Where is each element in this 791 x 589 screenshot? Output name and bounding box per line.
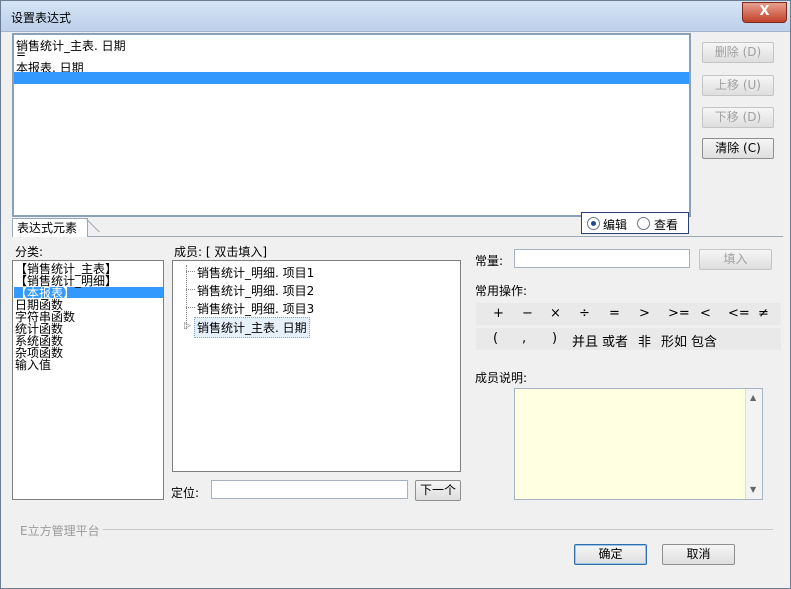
delete-button[interactable]: 删除 (D) <box>702 42 774 63</box>
tree-line <box>186 289 195 291</box>
dialog-window: 设置表达式 X 销售统计_主表. 日期 = 本报表. 日期 删除 (D) 上移 … <box>0 0 791 589</box>
category-list[interactable]: 【销售统计_主表】 【销售统计_明细】 【本报表】 日期函数 字符串函数 统计函… <box>12 260 164 500</box>
view-radio[interactable] <box>637 217 650 230</box>
op-greater-button[interactable]: > <box>639 306 650 321</box>
scroll-down-icon[interactable]: ▼ <box>750 485 756 494</box>
expression-selected-line[interactable] <box>14 72 689 84</box>
member-item[interactable]: 销售统计_明细. 项目3 <box>197 300 314 317</box>
expand-arrow-icon[interactable]: ▷ <box>184 321 191 331</box>
members-label: 成员: [ 双击填入] <box>174 245 268 259</box>
member-desc-label: 成员说明: <box>475 371 528 385</box>
tree-line <box>186 265 188 329</box>
locate-input[interactable] <box>211 480 408 499</box>
op-plus-button[interactable]: + <box>493 306 504 321</box>
expression-editor[interactable]: 销售统计_主表. 日期 = 本报表. 日期 <box>12 33 691 217</box>
ok-button[interactable]: 确定 <box>574 544 647 565</box>
vertical-scrollbar[interactable]: ▲ ▼ <box>745 389 762 499</box>
op-multiply-button[interactable]: × <box>550 306 561 321</box>
op-minus-button[interactable]: − <box>522 306 533 321</box>
tree-line <box>186 307 195 309</box>
op-and-button[interactable]: 并且 <box>572 331 598 350</box>
op-equal-button[interactable]: = <box>609 306 620 321</box>
next-button[interactable]: 下一个 <box>415 480 461 501</box>
op-comma-button[interactable]: , <box>522 331 526 346</box>
tree-line <box>186 271 195 273</box>
constant-label: 常量: <box>475 254 504 268</box>
scroll-up-icon[interactable]: ▲ <box>750 393 756 402</box>
op-greater-equal-button[interactable]: >= <box>668 306 690 321</box>
brand-label: E立方管理平台 <box>20 524 100 538</box>
constant-input[interactable] <box>514 249 690 268</box>
op-less-equal-button[interactable]: <= <box>728 306 750 321</box>
footer-divider <box>103 529 773 530</box>
category-label: 分类: <box>15 245 44 259</box>
tab-expression-elements[interactable]: 表达式元素 <box>12 218 88 237</box>
op-less-button[interactable]: < <box>700 306 711 321</box>
mode-selector: 编辑 查看 <box>581 212 689 234</box>
op-divide-button[interactable]: ÷ <box>579 306 590 321</box>
member-item[interactable]: 销售统计_明细. 项目2 <box>197 282 314 299</box>
expression-line[interactable]: 销售统计_主表. 日期 <box>16 37 126 54</box>
op-not-button[interactable]: 非 <box>638 331 651 350</box>
move-down-button[interactable]: 下移 (D) <box>702 107 774 128</box>
members-tree[interactable]: 销售统计_明细. 项目1 销售统计_明细. 项目2 销售统计_明细. 项目3 ▷… <box>172 260 461 472</box>
operations-row-2: ( , ) 并且 或者 非 形如 包含 <box>476 328 781 350</box>
edit-radio-label[interactable]: 编辑 <box>603 216 627 233</box>
move-up-button[interactable]: 上移 (U) <box>702 75 774 96</box>
title-bar: 设置表达式 X <box>1 1 790 32</box>
op-contains-button[interactable]: 包含 <box>691 331 717 350</box>
op-or-button[interactable]: 或者 <box>602 331 628 350</box>
operations-row-1: + − × ÷ = > >= < <= ≠ <box>476 303 781 325</box>
close-button[interactable]: X <box>742 2 787 23</box>
cancel-button[interactable]: 取消 <box>662 544 735 565</box>
view-radio-label[interactable]: 查看 <box>654 216 678 233</box>
tab-divider <box>88 236 783 237</box>
member-desc-box[interactable]: ▲ ▼ <box>514 388 763 500</box>
category-item[interactable]: 输入值 <box>15 359 51 371</box>
op-not-equal-button[interactable]: ≠ <box>758 306 769 321</box>
window-title: 设置表达式 <box>11 11 72 25</box>
op-lparen-button[interactable]: ( <box>493 331 498 346</box>
member-item[interactable]: 销售统计_明细. 项目1 <box>197 264 314 281</box>
op-rparen-button[interactable]: ) <box>552 331 557 346</box>
locate-label: 定位: <box>171 486 200 500</box>
tab-edge <box>86 219 100 233</box>
operations-label: 常用操作: <box>475 284 528 298</box>
clear-button[interactable]: 清除 (C) <box>702 138 774 159</box>
fill-button[interactable]: 填入 <box>699 249 772 270</box>
member-item-selected[interactable]: 销售统计_主表. 日期 <box>194 317 310 338</box>
op-like-button[interactable]: 形如 <box>661 331 687 350</box>
edit-radio[interactable] <box>587 217 600 230</box>
